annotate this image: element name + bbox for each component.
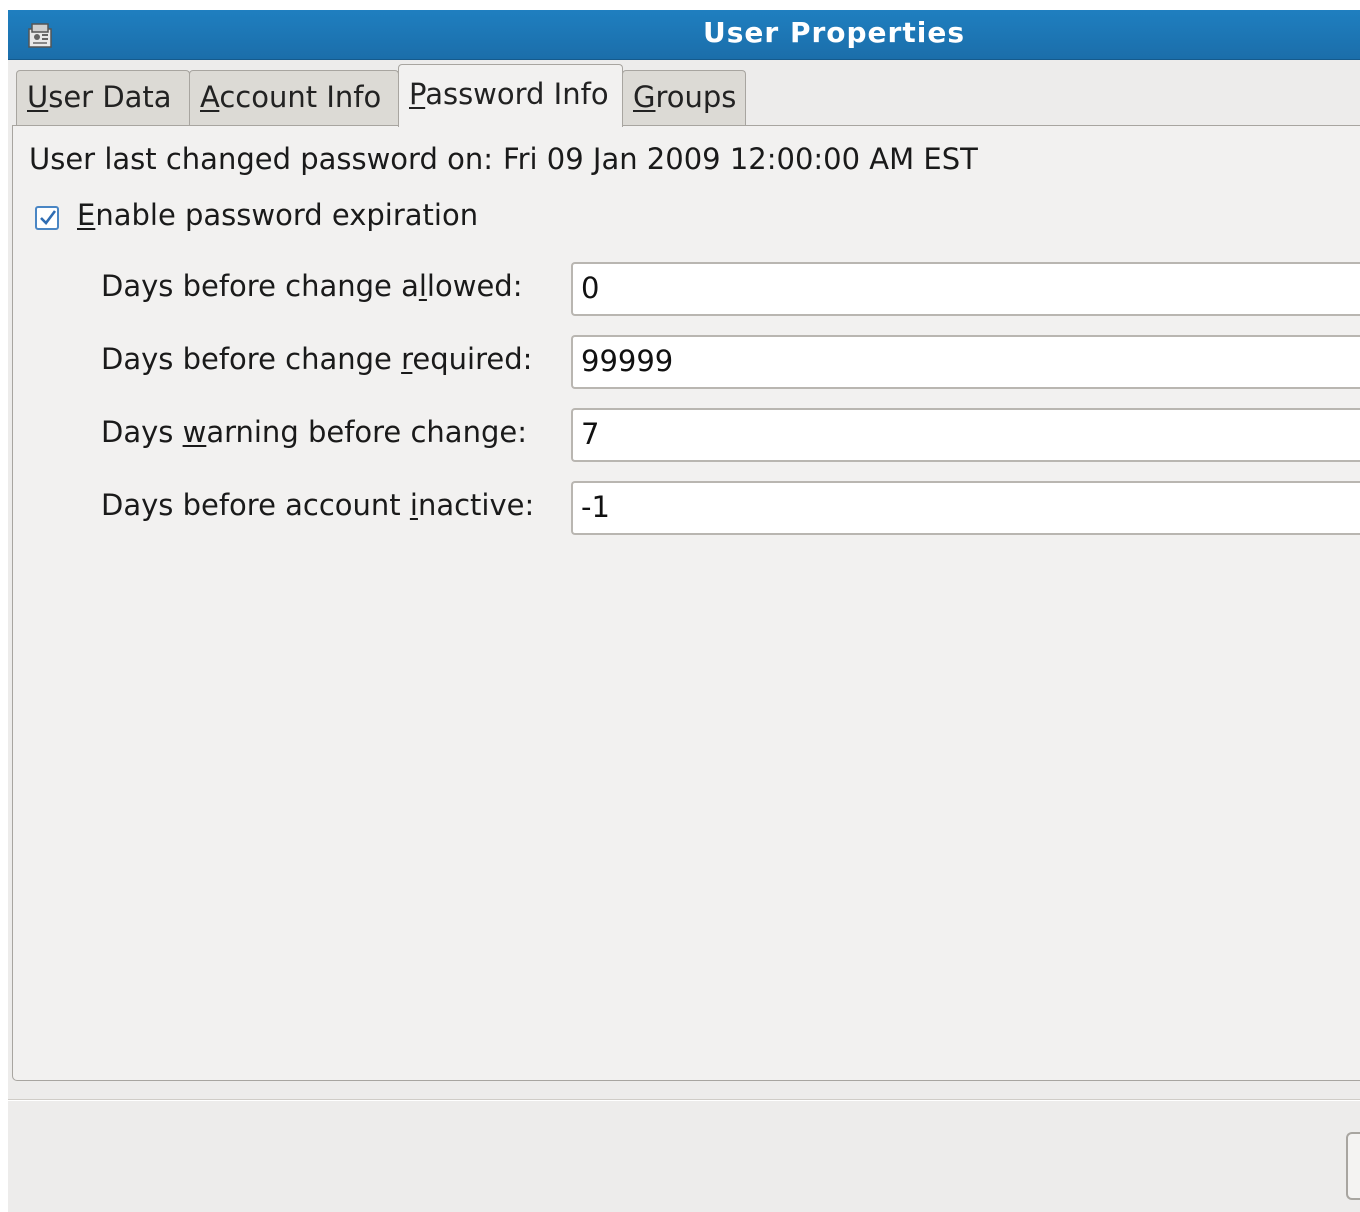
days-warning-before-change-label: Days warning before change: xyxy=(101,415,527,449)
last-changed-label: User last changed password on: xyxy=(29,142,493,176)
label-text: equired: xyxy=(412,342,533,376)
days-before-change-allowed-label: Days before change allowed: xyxy=(101,269,522,303)
label-text: nable password expiration xyxy=(95,198,479,232)
title-bar[interactable]: User Properties xyxy=(8,10,1360,60)
dialog-button[interactable] xyxy=(1346,1132,1360,1200)
tab-mnemonic: A xyxy=(200,80,220,114)
dialog-separator xyxy=(8,1099,1360,1101)
mnemonic: l xyxy=(418,269,427,303)
tab-label: roups xyxy=(655,80,737,114)
mnemonic: r xyxy=(401,342,413,376)
checkmark-icon xyxy=(40,210,57,225)
last-changed-value: Fri 09 Jan 2009 12:00:00 AM EST xyxy=(503,142,978,176)
mnemonic: E xyxy=(77,198,96,232)
label-text: Days xyxy=(101,415,183,449)
tab-label: assword Info xyxy=(425,77,609,111)
label-text: nactive: xyxy=(417,488,535,522)
tab-password-info[interactable]: Password Info xyxy=(398,64,623,127)
days-before-account-inactive-label: Days before account inactive: xyxy=(101,488,534,522)
user-properties-window: User Properties User Data Account Info P… xyxy=(8,10,1360,1212)
tab-label: ccount Info xyxy=(219,80,382,114)
tab-mnemonic: P xyxy=(409,77,426,111)
days-warning-before-change-input[interactable]: 7 xyxy=(571,408,1360,462)
label-text: Days before account xyxy=(101,488,410,522)
tab-mnemonic: G xyxy=(633,80,656,114)
label-text: Days before change xyxy=(101,342,402,376)
label-text: lowed: xyxy=(426,269,523,303)
days-before-change-required-label: Days before change required: xyxy=(101,342,532,376)
mnemonic: w xyxy=(182,415,207,449)
label-text: arning before change: xyxy=(206,415,527,449)
tab-mnemonic: U xyxy=(27,80,49,114)
tab-label: ser Data xyxy=(48,80,172,114)
tab-account-info[interactable]: Account Info xyxy=(189,70,399,126)
tab-user-data[interactable]: User Data xyxy=(16,70,190,126)
last-changed-row: User last changed password on: Fri 09 Jan… xyxy=(29,142,978,176)
days-before-change-required-input[interactable]: 99999 xyxy=(571,335,1360,389)
password-info-panel: User last changed password on: Fri 09 Jan… xyxy=(12,125,1360,1081)
window-title: User Properties xyxy=(703,16,965,49)
days-before-account-inactive-input[interactable]: -1 xyxy=(571,481,1360,535)
label-text: Days before change a xyxy=(101,269,419,303)
mnemonic: i xyxy=(409,488,418,522)
days-before-change-allowed-input[interactable]: 0 xyxy=(571,262,1360,316)
tab-groups[interactable]: Groups xyxy=(622,70,746,126)
enable-expiration-checkbox[interactable] xyxy=(35,206,59,230)
tab-bar: User Data Account Info Password Info Gro… xyxy=(13,64,1360,127)
enable-expiration-label: Enable password expiration xyxy=(77,198,478,232)
